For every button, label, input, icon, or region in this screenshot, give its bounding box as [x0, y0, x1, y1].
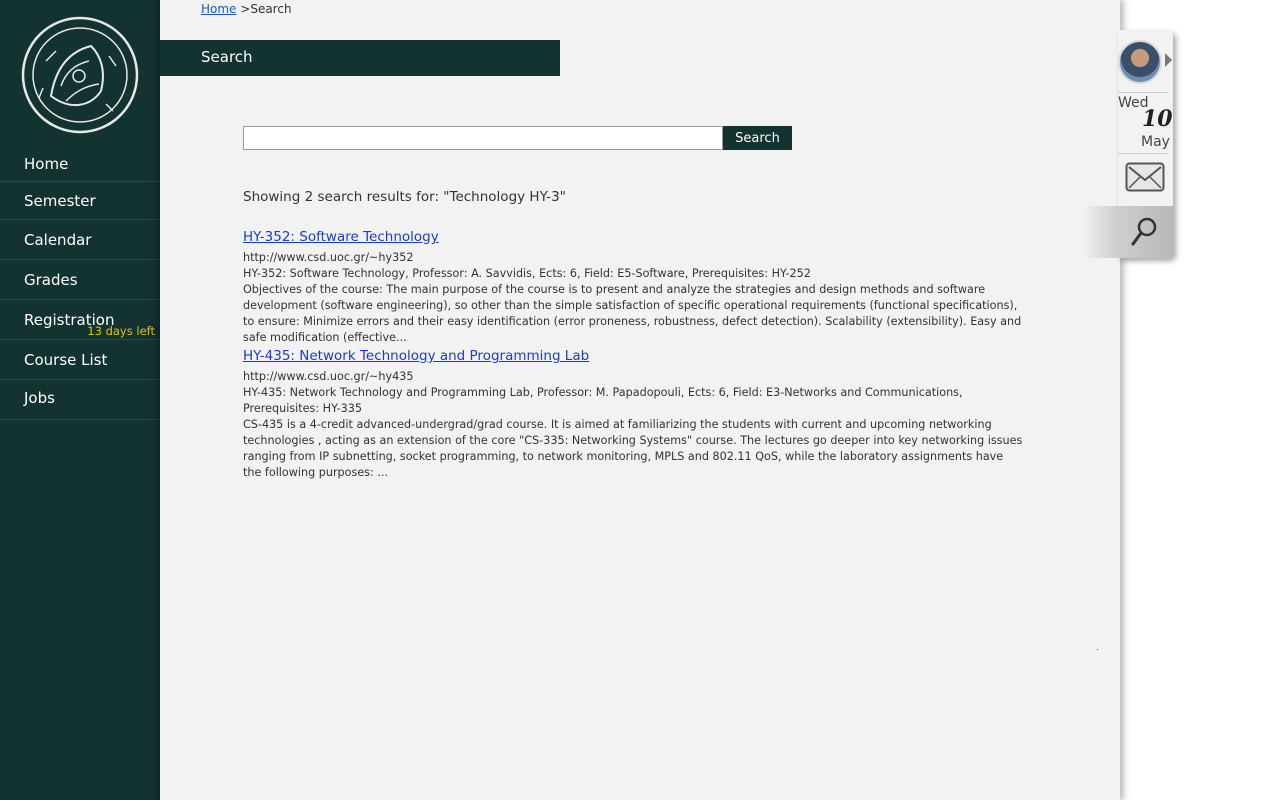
divider: [1118, 153, 1168, 154]
magnifier-icon: [1131, 217, 1157, 246]
sidebar-item-course-list[interactable]: Course List: [0, 340, 160, 380]
breadcrumb-home-link[interactable]: Home: [201, 2, 236, 16]
breadcrumb-separator: >: [240, 2, 251, 16]
search-results-summary: Showing 2 search results for: "Technolog…: [243, 189, 566, 205]
mail-icon[interactable]: [1125, 162, 1165, 192]
registration-deadline-badge: 13 days left: [87, 324, 155, 338]
search-result: HY-435: Network Technology and Programmi…: [243, 348, 1023, 481]
sidebar-item-jobs[interactable]: Jobs: [0, 380, 160, 420]
result-title-link[interactable]: HY-352: Software Technology: [243, 229, 1023, 245]
sidebar-item-home[interactable]: Home: [0, 145, 160, 182]
search-button[interactable]: Search: [723, 126, 792, 150]
sidebar-item-registration[interactable]: Registration 13 days left: [0, 300, 160, 340]
result-description: CS-435 is a 4-credit advanced-undergrad/…: [243, 418, 1023, 479]
sidebar-item-label: Course List: [24, 351, 108, 369]
page-title: Search: [201, 48, 253, 66]
result-meta: HY-435: Network Technology and Programmi…: [243, 386, 963, 415]
sidebar-item-grades[interactable]: Grades: [0, 260, 160, 300]
date-day-number: 10: [1142, 106, 1173, 132]
search-result: HY-352: Software Technology http://www.c…: [243, 229, 1023, 346]
chevron-right-icon[interactable]: [1165, 53, 1172, 67]
sidebar-item-label: Calendar: [24, 231, 92, 249]
result-url: http://www.csd.uoc.gr/~hy435: [243, 370, 414, 383]
result-description: Objectives of the course: The main purpo…: [243, 283, 1022, 344]
search-input[interactable]: [243, 126, 723, 150]
result-url: http://www.csd.uoc.gr/~hy352: [243, 251, 414, 264]
date-month: May: [1141, 134, 1170, 150]
divider: [1118, 92, 1168, 93]
main-content: Home >Search Search Search Showing 2 sea…: [160, 0, 1120, 800]
result-title-link[interactable]: HY-435: Network Technology and Programmi…: [243, 348, 1023, 364]
sidebar-item-label: Semester: [24, 192, 96, 210]
sidebar-item-label: Grades: [24, 271, 78, 289]
sidebar-item-label: Home: [24, 155, 69, 173]
stray-dot: [1097, 649, 1098, 650]
page-title-bar: Search: [160, 40, 560, 76]
avatar[interactable]: [1118, 40, 1162, 84]
sidebar: Home Semester Calendar Grades Registrati…: [0, 0, 160, 800]
user-widget: Wed 10 May: [1083, 30, 1173, 258]
result-meta: HY-352: Software Technology, Professor: …: [243, 267, 811, 280]
breadcrumb: Home >Search: [201, 2, 292, 16]
sidebar-item-label: Jobs: [24, 389, 55, 407]
sidebar-item-calendar[interactable]: Calendar: [0, 220, 160, 260]
sidebar-item-semester[interactable]: Semester: [0, 182, 160, 220]
university-seal-logo[interactable]: [21, 16, 139, 134]
breadcrumb-current: Search: [250, 2, 292, 16]
search-tool-button[interactable]: [1083, 206, 1173, 258]
